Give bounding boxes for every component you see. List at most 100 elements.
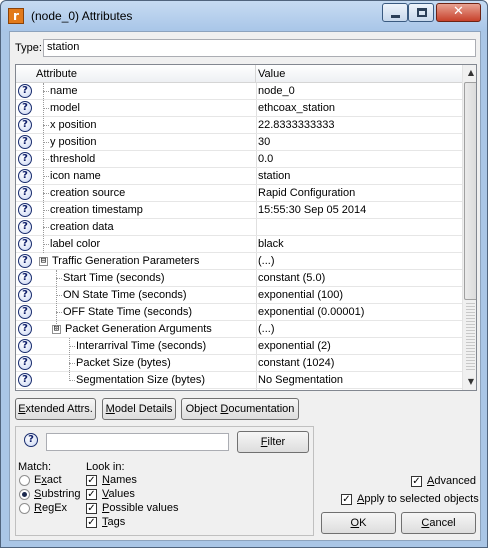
help-icon[interactable]: ? (18, 237, 32, 251)
attribute-value[interactable]: node_0 (258, 85, 295, 97)
attribute-value[interactable]: Rapid Configuration (258, 187, 355, 199)
attribute-value[interactable]: 30 (258, 136, 270, 148)
tree-guide-line (69, 338, 70, 381)
table-scrollbar[interactable]: ▲ ▼ (462, 65, 476, 390)
table-row[interactable]: ? threshold 0.0 (16, 151, 462, 168)
table-row[interactable]: ? name node_0 (16, 83, 462, 100)
table-row[interactable]: ? x position 22.8333333333 (16, 117, 462, 134)
advanced-checkbox[interactable]: ✓ (411, 476, 422, 487)
table-row[interactable]: ? Start Time (seconds) constant (5.0) (16, 270, 462, 287)
table-row[interactable]: ? OFF State Time (seconds) exponential (0.… (16, 304, 462, 321)
close-icon: ✕ (453, 4, 464, 19)
table-row[interactable]: ? Segmentation Size (bytes) No Segmentatio… (16, 372, 462, 389)
object-documentation-button[interactable]: Object Documentation (181, 398, 299, 420)
advanced-label[interactable]: Advanced (427, 475, 476, 487)
match-regex-label[interactable]: RegEx (34, 502, 67, 514)
table-row[interactable]: ? creation source Rapid Configuration (16, 185, 462, 202)
table-row[interactable]: ? Packet Size (bytes) constant (1024) (16, 355, 462, 372)
table-row[interactable]: ? ⊟ Packet Generation Arguments (...) (16, 321, 462, 338)
help-icon[interactable]: ? (18, 101, 32, 115)
attribute-rows: ? name node_0 ? model ethcoax_station? x posit… (16, 83, 462, 389)
filter-button[interactable]: Filter (237, 431, 309, 453)
table-row[interactable]: ? ⊟ Traffic Generation Parameters (...) (16, 253, 462, 270)
maximize-button[interactable] (408, 3, 434, 22)
help-icon[interactable]: ? (18, 169, 32, 183)
help-icon[interactable]: ? (24, 433, 38, 447)
cancel-button[interactable]: Cancel (401, 512, 476, 534)
scrollbar-thumb[interactable] (464, 82, 476, 300)
table-row[interactable]: ? ON State Time (seconds) exponential (100… (16, 287, 462, 304)
help-icon[interactable]: ? (18, 135, 32, 149)
attribute-value[interactable]: constant (5.0) (258, 272, 325, 284)
look-in-values-checkbox[interactable]: ✓ (86, 489, 97, 500)
table-row[interactable]: ? creation data (16, 219, 462, 236)
column-header-attribute[interactable]: Attribute (16, 65, 256, 83)
help-icon[interactable]: ? (18, 118, 32, 132)
match-substring-radio[interactable] (19, 489, 30, 500)
attribute-name: name (50, 85, 78, 97)
table-row[interactable]: ? model ethcoax_station (16, 100, 462, 117)
look-in-values-label[interactable]: Values (102, 488, 135, 500)
help-icon[interactable]: ? (18, 356, 32, 370)
table-row[interactable]: ? y position 30 (16, 134, 462, 151)
look-in-possible-values-checkbox[interactable]: ✓ (86, 503, 97, 514)
model-details-button[interactable]: Model Details (102, 398, 176, 420)
close-button[interactable]: ✕ (436, 3, 481, 22)
match-exact-radio[interactable] (19, 475, 30, 486)
apply-to-selected-label[interactable]: Apply to selected objects (357, 493, 479, 505)
help-icon[interactable]: ? (18, 288, 32, 302)
help-icon[interactable]: ? (18, 84, 32, 98)
help-icon[interactable]: ? (18, 305, 32, 319)
apply-to-selected-checkbox[interactable]: ✓ (341, 494, 352, 505)
help-icon[interactable]: ? (18, 322, 32, 336)
attribute-value[interactable]: station (258, 170, 290, 182)
help-icon[interactable]: ? (18, 271, 32, 285)
attribute-value[interactable]: (...) (258, 255, 275, 267)
attribute-value[interactable]: (...) (258, 323, 275, 335)
maximize-icon (417, 8, 427, 17)
attribute-value[interactable]: constant (1024) (258, 357, 334, 369)
table-row[interactable]: ? icon name station (16, 168, 462, 185)
help-icon[interactable]: ? (18, 373, 32, 387)
help-icon[interactable]: ? (18, 254, 32, 268)
scroll-down-icon[interactable]: ▼ (463, 374, 476, 390)
attribute-value[interactable]: black (258, 238, 284, 250)
match-substring-label[interactable]: Substring (34, 488, 80, 500)
attribute-name: creation source (50, 187, 126, 199)
attribute-value[interactable]: 0.0 (258, 153, 273, 165)
collapse-icon[interactable]: ⊟ (39, 257, 48, 266)
attribute-value[interactable]: exponential (100) (258, 289, 343, 301)
minimize-button[interactable] (382, 3, 408, 22)
attribute-value[interactable]: exponential (0.00001) (258, 306, 364, 318)
help-icon[interactable]: ? (18, 186, 32, 200)
match-exact-label[interactable]: Exact (34, 474, 62, 486)
attribute-name: Packet Size (bytes) (76, 357, 171, 369)
attribute-value[interactable]: exponential (2) (258, 340, 331, 352)
column-header-value[interactable]: Value (256, 65, 462, 83)
table-row[interactable]: ? label color black (16, 236, 462, 253)
title-bar[interactable]: r (node_0) Attributes ✕ (1, 1, 487, 31)
look-in-tags-label[interactable]: Tags (102, 516, 125, 528)
look-in-tags-checkbox[interactable]: ✓ (86, 517, 97, 528)
table-header: Attribute Value (16, 65, 462, 83)
help-icon[interactable]: ? (18, 203, 32, 217)
attribute-name: creation timestamp (50, 204, 143, 216)
extended-attrs-button[interactable]: Extended Attrs. (15, 398, 96, 420)
attribute-value[interactable]: ethcoax_station (258, 102, 335, 114)
look-in-names-checkbox[interactable]: ✓ (86, 475, 97, 486)
table-row[interactable]: ? creation timestamp 15:55:30 Sep 05 2014 (16, 202, 462, 219)
look-in-names-label[interactable]: Names (102, 474, 137, 486)
look-in-possible-values-label[interactable]: Possible values (102, 502, 178, 514)
help-icon[interactable]: ? (18, 220, 32, 234)
scroll-up-icon[interactable]: ▲ (463, 65, 476, 81)
help-icon[interactable]: ? (18, 152, 32, 166)
table-row[interactable]: ? Interarrival Time (seconds) exponential … (16, 338, 462, 355)
filter-input[interactable] (46, 433, 229, 451)
match-regex-radio[interactable] (19, 503, 30, 514)
attribute-value[interactable]: 15:55:30 Sep 05 2014 (258, 204, 366, 216)
ok-button[interactable]: OK (321, 512, 396, 534)
help-icon[interactable]: ? (18, 339, 32, 353)
type-field[interactable]: station (43, 39, 476, 57)
attribute-value[interactable]: No Segmentation (258, 374, 343, 386)
attribute-value[interactable]: 22.8333333333 (258, 119, 334, 131)
